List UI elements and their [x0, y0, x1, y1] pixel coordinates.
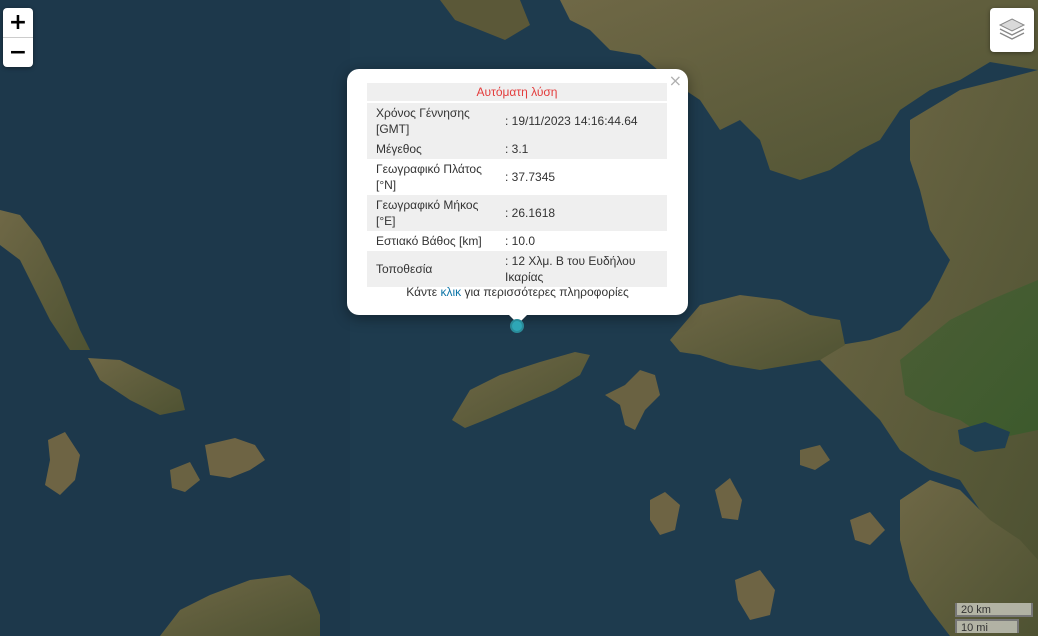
- table-row: Τοποθεσία : 12 Χλμ. Β του Ευδήλου Ικαρία…: [367, 251, 667, 287]
- layers-icon: [998, 18, 1026, 40]
- earthquake-info-table: Χρόνος Γέννησης [GMT] : 19/11/2023 14:16…: [367, 103, 667, 287]
- earthquake-popup: × Αυτόματη λύση Χρόνος Γέννησης [GMT] : …: [347, 69, 688, 315]
- zoom-control: + −: [3, 8, 33, 67]
- zoom-in-button[interactable]: +: [3, 8, 33, 37]
- location-label: Τοποθεσία: [367, 251, 501, 287]
- location-value: : 12 Χλμ. Β του Ευδήλου Ικαρίας: [501, 251, 667, 287]
- zoom-out-button[interactable]: −: [3, 37, 33, 67]
- origin-time-value: : 19/11/2023 14:16:44.64: [501, 103, 667, 139]
- origin-time-label: Χρόνος Γέννησης [GMT]: [367, 103, 501, 139]
- depth-label: Εστιακό Βάθος [km]: [376, 234, 482, 248]
- table-row: Γεωγραφικό Πλάτος [°N] : 37.7345: [367, 159, 667, 195]
- layers-button[interactable]: [990, 8, 1034, 52]
- latitude-value: : 37.7345: [505, 170, 556, 184]
- table-row: Μέγεθος : 3.1: [367, 139, 667, 159]
- scale-bar-mi: 10 mi: [955, 619, 1019, 634]
- close-icon[interactable]: ×: [669, 73, 682, 89]
- scale-bar-km: 20 km: [955, 603, 1033, 617]
- more-info-prefix: Κάντε: [406, 285, 441, 299]
- longitude-value: : 26.1618: [501, 195, 667, 231]
- depth-value: : 10.0: [505, 234, 536, 248]
- latitude-label: Γεωγραφικό Πλάτος [°N]: [376, 162, 482, 192]
- earthquake-marker[interactable]: [510, 319, 524, 333]
- more-info-line: Κάντε κλικ για περισσότερες πληροφορίες: [347, 285, 688, 299]
- table-row: Γεωγραφικό Μήκος [°E] : 26.1618: [367, 195, 667, 231]
- popup-title: Αυτόματη λύση: [367, 83, 667, 101]
- table-row: Εστιακό Βάθος [km] : 10.0: [367, 231, 667, 251]
- table-row: Χρόνος Γέννησης [GMT] : 19/11/2023 14:16…: [367, 103, 667, 139]
- longitude-label: Γεωγραφικό Μήκος [°E]: [367, 195, 501, 231]
- magnitude-value: : 3.1: [501, 139, 667, 159]
- more-info-link[interactable]: κλικ: [440, 285, 461, 299]
- magnitude-label: Μέγεθος: [367, 139, 501, 159]
- more-info-suffix: για περισσότερες πληροφορίες: [461, 285, 629, 299]
